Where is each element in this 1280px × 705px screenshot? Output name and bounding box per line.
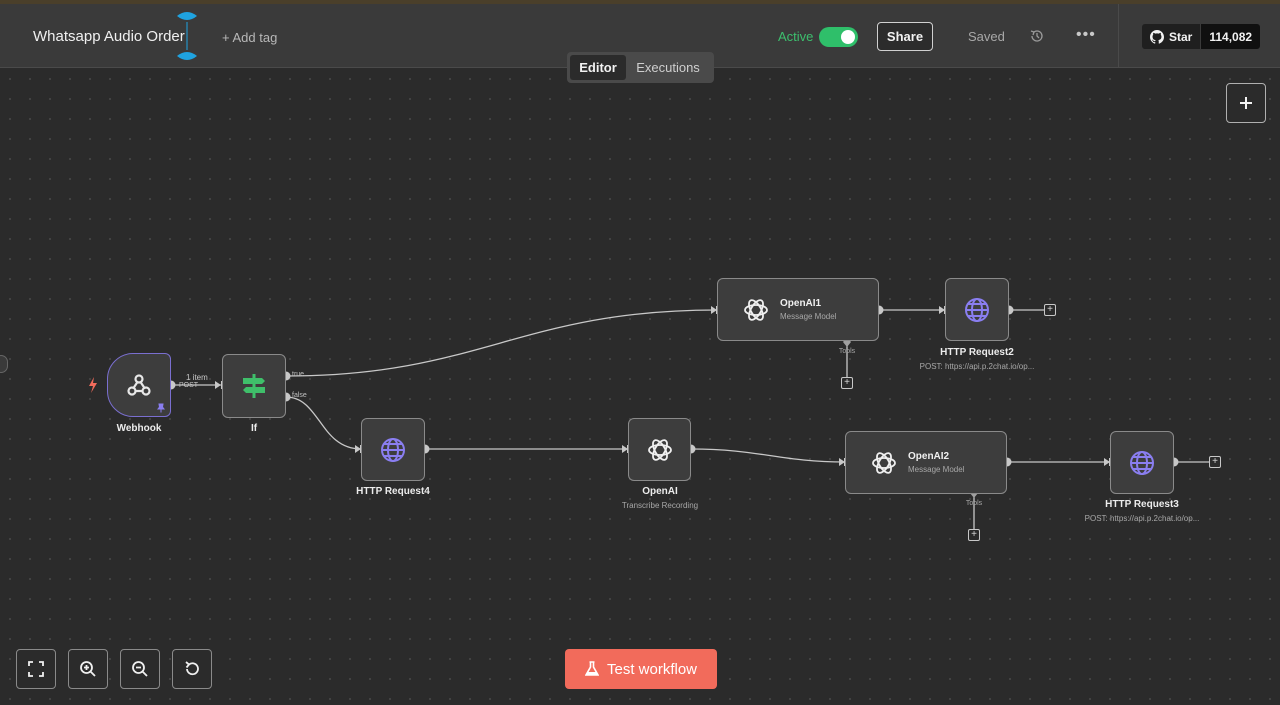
trigger-bolt-icon: [89, 377, 97, 393]
drop-marker-icon: [177, 12, 197, 60]
openai1-tools-label: Tools: [838, 348, 856, 355]
zoom-out-icon: [132, 661, 148, 677]
github-star-count: 114,082: [1200, 24, 1261, 49]
zoom-in-icon: [80, 661, 96, 677]
webhook-method: POST: [179, 382, 199, 389]
http-request2-url: POST: https://api.p.2chat.io/op...: [919, 362, 1035, 371]
add-node-button[interactable]: [1226, 83, 1266, 123]
http-request2-label: HTTP Request2: [940, 347, 1014, 358]
globe-icon: [381, 437, 405, 462]
tab-editor[interactable]: Editor: [570, 55, 626, 80]
openai2-title: OpenAI2: [908, 451, 950, 462]
flask-icon: [584, 661, 599, 676]
http-request3-add-button[interactable]: +: [1209, 456, 1221, 468]
webhook-icon: [127, 374, 151, 396]
openai2-node[interactable]: OpenAI2 Message Model: [845, 431, 1007, 494]
if-label: If: [250, 423, 258, 434]
share-button[interactable]: Share: [877, 22, 933, 51]
globe-icon: [965, 297, 989, 322]
openai-icon: [647, 438, 672, 461]
openai-icon: [744, 298, 768, 321]
reset-zoom-button[interactable]: [172, 649, 212, 689]
view-tabs: Editor Executions: [567, 52, 714, 83]
openai2-subtitle: Message Model: [908, 465, 965, 474]
test-workflow-label: Test workflow: [606, 660, 698, 678]
workflow-title[interactable]: Whatsapp Audio Order: [33, 28, 185, 45]
reset-icon: [185, 661, 199, 676]
add-tag-button[interactable]: + Add tag: [222, 30, 277, 45]
if-signpost-icon: [243, 374, 265, 398]
http-request4-label: HTTP Request4: [356, 486, 430, 497]
more-options-icon[interactable]: •••: [1076, 26, 1096, 44]
http-request3-url: POST: https://api.p.2chat.io/op...: [1084, 514, 1200, 523]
plus-icon: [1240, 97, 1252, 109]
pin-icon: [157, 403, 165, 413]
active-label: Active: [778, 29, 814, 44]
fit-view-icon: [28, 661, 44, 677]
github-star-label: Star: [1169, 29, 1193, 44]
saved-status: Saved: [968, 29, 1005, 44]
http-request2-node[interactable]: [945, 278, 1009, 341]
github-icon: [1150, 29, 1164, 44]
fit-view-button[interactable]: [16, 649, 56, 689]
http-request2-add-button[interactable]: +: [1044, 304, 1056, 316]
history-icon[interactable]: [1029, 28, 1045, 44]
openai-label: OpenAI: [642, 486, 678, 497]
openai1-title: OpenAI1: [780, 298, 822, 309]
active-toggle[interactable]: [819, 27, 858, 47]
openai2-tools-label: Tools: [965, 500, 983, 507]
test-workflow-button[interactable]: Test workflow: [565, 649, 717, 689]
github-star-left: Star: [1142, 24, 1201, 49]
github-star-button[interactable]: Star 114,082: [1142, 24, 1261, 49]
tab-executions[interactable]: Executions: [626, 55, 710, 80]
webhook-node[interactable]: [107, 353, 171, 417]
globe-icon: [1130, 450, 1154, 475]
openai-node[interactable]: [628, 418, 691, 481]
webhook-label: Webhook: [116, 423, 162, 434]
if-false-label: false: [292, 392, 307, 399]
webhook-items-count: 1 item: [186, 373, 208, 382]
zoom-in-button[interactable]: [68, 649, 108, 689]
openai1-node[interactable]: OpenAI1 Message Model: [717, 278, 879, 341]
if-true-label: true: [292, 371, 305, 378]
zoom-out-button[interactable]: [120, 649, 160, 689]
header-divider: [1118, 4, 1119, 68]
openai-icon: [872, 451, 896, 474]
http-request4-node[interactable]: [361, 418, 425, 481]
http-request3-label: HTTP Request3: [1105, 499, 1179, 510]
openai-sublabel: Transcribe Recording: [621, 501, 699, 510]
if-node[interactable]: [222, 354, 286, 418]
openai1-subtitle: Message Model: [780, 312, 837, 321]
openai1-add-tool-button[interactable]: +: [841, 377, 853, 389]
openai2-add-tool-button[interactable]: +: [968, 529, 980, 541]
http-request3-node[interactable]: [1110, 431, 1174, 494]
